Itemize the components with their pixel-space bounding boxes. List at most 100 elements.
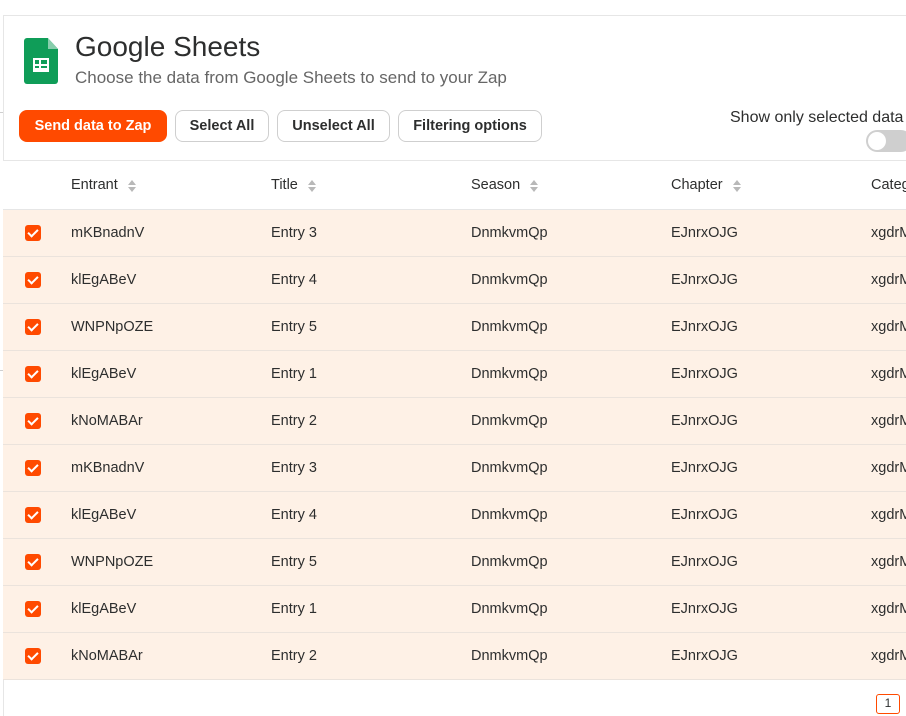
show-selected-toggle[interactable] (866, 130, 906, 152)
page-subtitle: Choose the data from Google Sheets to se… (75, 68, 507, 87)
table-row[interactable]: klEgABeV Entry 4 DnmkvmQp EJnrxOJG xgdrMxzL (3, 257, 906, 304)
cell-category: xgdrMxzL (871, 319, 906, 335)
row-checkbox[interactable] (25, 319, 41, 335)
column-header-chapter[interactable]: Chapter (671, 161, 741, 209)
filtering-options-button[interactable]: Filtering options (398, 110, 542, 142)
cell-entrant: kNoMABAr (71, 648, 143, 664)
row-select-cell (25, 351, 41, 397)
cell-entrant: WNPNpOZE (71, 319, 154, 335)
column-header-category[interactable]: Category (871, 161, 906, 209)
sort-icon[interactable] (530, 179, 539, 192)
row-select-cell (25, 445, 41, 491)
table-row[interactable]: kNoMABAr Entry 2 DnmkvmQp EJnrxOJG xgdrMxzL (3, 398, 906, 445)
show-selected-label: Show only selected data (730, 109, 904, 126)
cell-entrant: klEgABeV (71, 366, 137, 382)
cell-chapter: EJnrxOJG (671, 460, 738, 476)
row-checkbox[interactable] (25, 601, 41, 617)
cell-title: Entry 2 (271, 648, 317, 664)
cell-entrant: klEgABeV (71, 507, 137, 523)
row-checkbox[interactable] (25, 554, 41, 570)
select-all-button[interactable]: Select All (175, 110, 269, 142)
table-row[interactable]: WNPNpOZE Entry 5 DnmkvmQp EJnrxOJG xgdrMxzL (3, 539, 906, 586)
cell-chapter: EJnrxOJG (671, 319, 738, 335)
cell-entrant: klEgABeV (71, 601, 137, 617)
table-row[interactable]: klEgABeV Entry 4 DnmkvmQp EJnrxOJG xgdrMxzL (3, 492, 906, 539)
row-checkbox[interactable] (25, 225, 41, 241)
cell-season: DnmkvmQp (471, 225, 548, 241)
row-select-cell (25, 633, 41, 679)
cell-category: xgdrMxzL (871, 648, 906, 664)
cell-season: DnmkvmQp (471, 601, 548, 617)
cell-category: xgdrMxzL (871, 366, 906, 382)
cell-chapter: EJnrxOJG (671, 507, 738, 523)
sort-icon[interactable] (127, 179, 136, 192)
column-header-title[interactable]: Title (271, 161, 316, 209)
cell-season: DnmkvmQp (471, 460, 548, 476)
row-checkbox[interactable] (25, 272, 41, 288)
row-select-cell (25, 492, 41, 538)
cell-category: xgdrMxzL (871, 601, 906, 617)
cell-entrant: klEgABeV (71, 272, 137, 288)
cell-title: Entry 1 (271, 601, 317, 617)
row-checkbox[interactable] (25, 460, 41, 476)
cell-entrant: mKBnadnV (71, 225, 145, 241)
cell-season: DnmkvmQp (471, 272, 548, 288)
cell-season: DnmkvmQp (471, 413, 548, 429)
pagination-page-button[interactable]: 1 (876, 694, 900, 714)
column-header-entrant[interactable]: Entrant (71, 161, 136, 209)
cell-season: DnmkvmQp (471, 319, 548, 335)
toggle-knob (868, 132, 886, 150)
row-select-cell (25, 304, 41, 350)
row-select-cell (25, 257, 41, 303)
table-header: Entrant Title Season Chapter Category (3, 160, 906, 210)
cell-category: xgdrMxzL (871, 554, 906, 570)
cell-category: xgdrMxzL (871, 460, 906, 476)
cell-entrant: mKBnadnV (71, 460, 145, 476)
cell-season: DnmkvmQp (471, 648, 548, 664)
cell-category: xgdrMxzL (871, 413, 906, 429)
column-header-label: Chapter (671, 177, 723, 193)
table-row[interactable]: mKBnadnV Entry 3 DnmkvmQp EJnrxOJG xgdrMxzL (3, 445, 906, 492)
column-header-label: Title (271, 177, 298, 193)
table-row[interactable]: WNPNpOZE Entry 5 DnmkvmQp EJnrxOJG xgdrMxzL (3, 304, 906, 351)
cell-title: Entry 4 (271, 272, 317, 288)
row-select-cell (25, 586, 41, 632)
cell-chapter: EJnrxOJG (671, 366, 738, 382)
data-table: Entrant Title Season Chapter Category mKBnad… (3, 160, 906, 680)
send-data-to-zap-button[interactable]: Send data to Zap (19, 110, 167, 142)
cell-title: Entry 4 (271, 507, 317, 523)
cell-entrant: kNoMABAr (71, 413, 143, 429)
cell-entrant: WNPNpOZE (71, 554, 154, 570)
row-select-cell (25, 539, 41, 585)
row-checkbox[interactable] (25, 366, 41, 382)
cell-season: DnmkvmQp (471, 366, 548, 382)
cell-title: Entry 5 (271, 554, 317, 570)
row-checkbox[interactable] (25, 413, 41, 429)
column-header-label: Season (471, 177, 521, 193)
table-row[interactable]: klEgABeV Entry 1 DnmkvmQp EJnrxOJG xgdrMxzL (3, 586, 906, 633)
table-body: mKBnadnVEntry 3DnmkvmQpEJnrxOJGxgdrMxzLk… (3, 210, 906, 680)
cell-title: Entry 1 (271, 366, 317, 382)
column-header-season[interactable]: Season (471, 161, 539, 209)
cell-chapter: EJnrxOJG (671, 648, 738, 664)
table-row[interactable]: kNoMABAr Entry 2 DnmkvmQp EJnrxOJG xgdrMxzL (3, 633, 906, 680)
cell-chapter: EJnrxOJG (671, 225, 738, 241)
sort-icon[interactable] (732, 179, 741, 192)
cell-title: Entry 3 (271, 460, 317, 476)
page-title: Google Sheets (75, 31, 261, 62)
cell-category: xgdrMxzL (871, 272, 906, 288)
cell-title: Entry 3 (271, 225, 317, 241)
sort-icon[interactable] (307, 179, 316, 192)
column-header-label: Entrant (71, 177, 118, 193)
row-checkbox[interactable] (25, 507, 41, 523)
cell-chapter: EJnrxOJG (671, 272, 738, 288)
row-checkbox[interactable] (25, 648, 41, 664)
unselect-all-button[interactable]: Unselect All (277, 110, 390, 142)
cell-season: DnmkvmQp (471, 554, 548, 570)
column-header-label: Category (871, 177, 906, 193)
table-row[interactable]: klEgABeV Entry 1 DnmkvmQp EJnrxOJG xgdrMxzL (3, 351, 906, 398)
table-row[interactable]: mKBnadnV Entry 3 DnmkvmQp EJnrxOJG xgdrMxzL (3, 210, 906, 257)
app-icon-wrapper (24, 38, 58, 84)
cell-chapter: EJnrxOJG (671, 413, 738, 429)
cell-category: xgdrMxzL (871, 225, 906, 241)
